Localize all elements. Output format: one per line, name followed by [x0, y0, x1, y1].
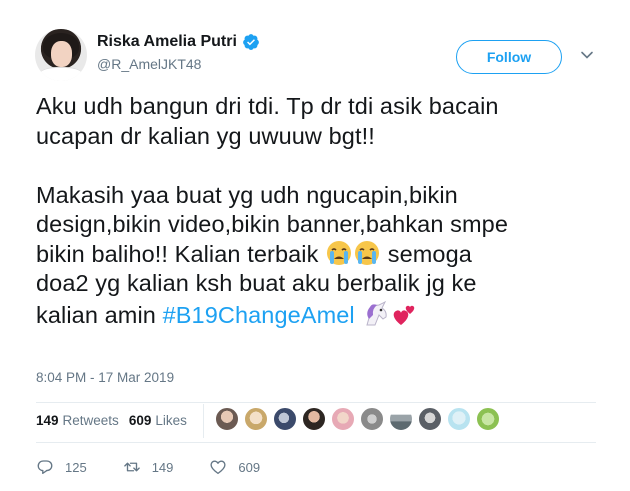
liker-avatar[interactable]	[273, 407, 297, 431]
user-name-wrap[interactable]: Riska Amelia Putri	[97, 33, 260, 51]
likes-label: Likes	[155, 413, 187, 428]
liker-avatar[interactable]	[302, 407, 326, 431]
hashtag-link[interactable]: #B19ChangeAmel	[163, 302, 355, 328]
reply-icon	[37, 460, 53, 475]
like-count: 609	[238, 459, 261, 475]
retweet-button[interactable]: 149	[123, 458, 174, 476]
tweet-header: Riska Amelia Putri @R_AmelJKT48 Follow	[0, 0, 630, 90]
tweet-stats: 149 Retweets 609 Likes	[36, 413, 197, 428]
liker-avatar[interactable]	[418, 407, 442, 431]
follow-button[interactable]: Follow	[456, 40, 562, 74]
liker-avatar[interactable]	[389, 407, 413, 431]
crying-face-emoji	[355, 240, 380, 265]
tweet-line: doa2 yg kalian ksh buat aku berbalik jg …	[36, 270, 477, 296]
heart-icon	[210, 460, 226, 475]
tweet-text-segment: bikin baliho!! Kalian terbaik	[36, 240, 326, 267]
tweet-text-segment: kalian amin	[36, 301, 163, 328]
user-name[interactable]: Riska Amelia Putri	[97, 33, 237, 51]
liker-avatar[interactable]	[244, 407, 268, 431]
retweets-count: 149	[36, 413, 59, 428]
retweet-icon	[123, 462, 140, 472]
reply-count: 125	[65, 459, 87, 475]
likes-count: 609	[128, 413, 152, 428]
likes-stat[interactable]: 609 Likes	[129, 413, 187, 428]
like-button[interactable]: 609	[209, 458, 260, 476]
divider	[203, 404, 204, 438]
liker-avatar[interactable]	[476, 407, 500, 431]
tweet-line: Makasih yaa buat yg udh ngucapin,bikin	[36, 181, 458, 208]
two-hearts-emoji	[394, 305, 415, 325]
retweets-label: Retweets	[62, 413, 119, 428]
chevron-down-icon[interactable]	[580, 48, 594, 62]
crying-face-emoji	[327, 240, 352, 265]
liker-avatars	[215, 407, 505, 431]
tweet-line: bikin baliho!! Kalian terbaik semoga	[36, 240, 616, 270]
reply-button[interactable]: 125	[36, 458, 87, 476]
retweet-count: 149	[151, 459, 174, 475]
liker-avatar[interactable]	[360, 407, 384, 431]
tweet-text-segment: semoga	[381, 240, 472, 267]
tweet-actions: 125 149 609	[36, 458, 296, 476]
liker-avatar[interactable]	[447, 407, 471, 431]
verified-badge-icon	[243, 34, 259, 50]
liker-avatar[interactable]	[215, 407, 239, 431]
tweet-timestamp[interactable]: 8:04 PM - 17 Mar 2019	[36, 370, 174, 385]
unicorn-emoji	[366, 300, 388, 325]
tweet-line: Aku udh bangun dri tdi. Tp dr tdi asik b…	[36, 93, 499, 119]
user-handle[interactable]: @R_AmelJKT48	[97, 56, 201, 72]
tweet-line: ucapan dr kalian yg uwuuw bgt!!	[36, 122, 375, 149]
divider	[36, 402, 596, 403]
tweet-line: design,bikin video,bikin banner,bahkan s…	[36, 211, 509, 237]
tweet-line: kalian amin #B19ChangeAmel	[36, 299, 616, 331]
avatar[interactable]	[35, 29, 87, 81]
retweets-stat[interactable]: 149 Retweets	[36, 413, 119, 428]
divider	[36, 442, 596, 443]
tweet-text: Aku udh bangun dri tdi. Tp dr tdi asik b…	[36, 90, 616, 330]
liker-avatar[interactable]	[331, 407, 355, 431]
